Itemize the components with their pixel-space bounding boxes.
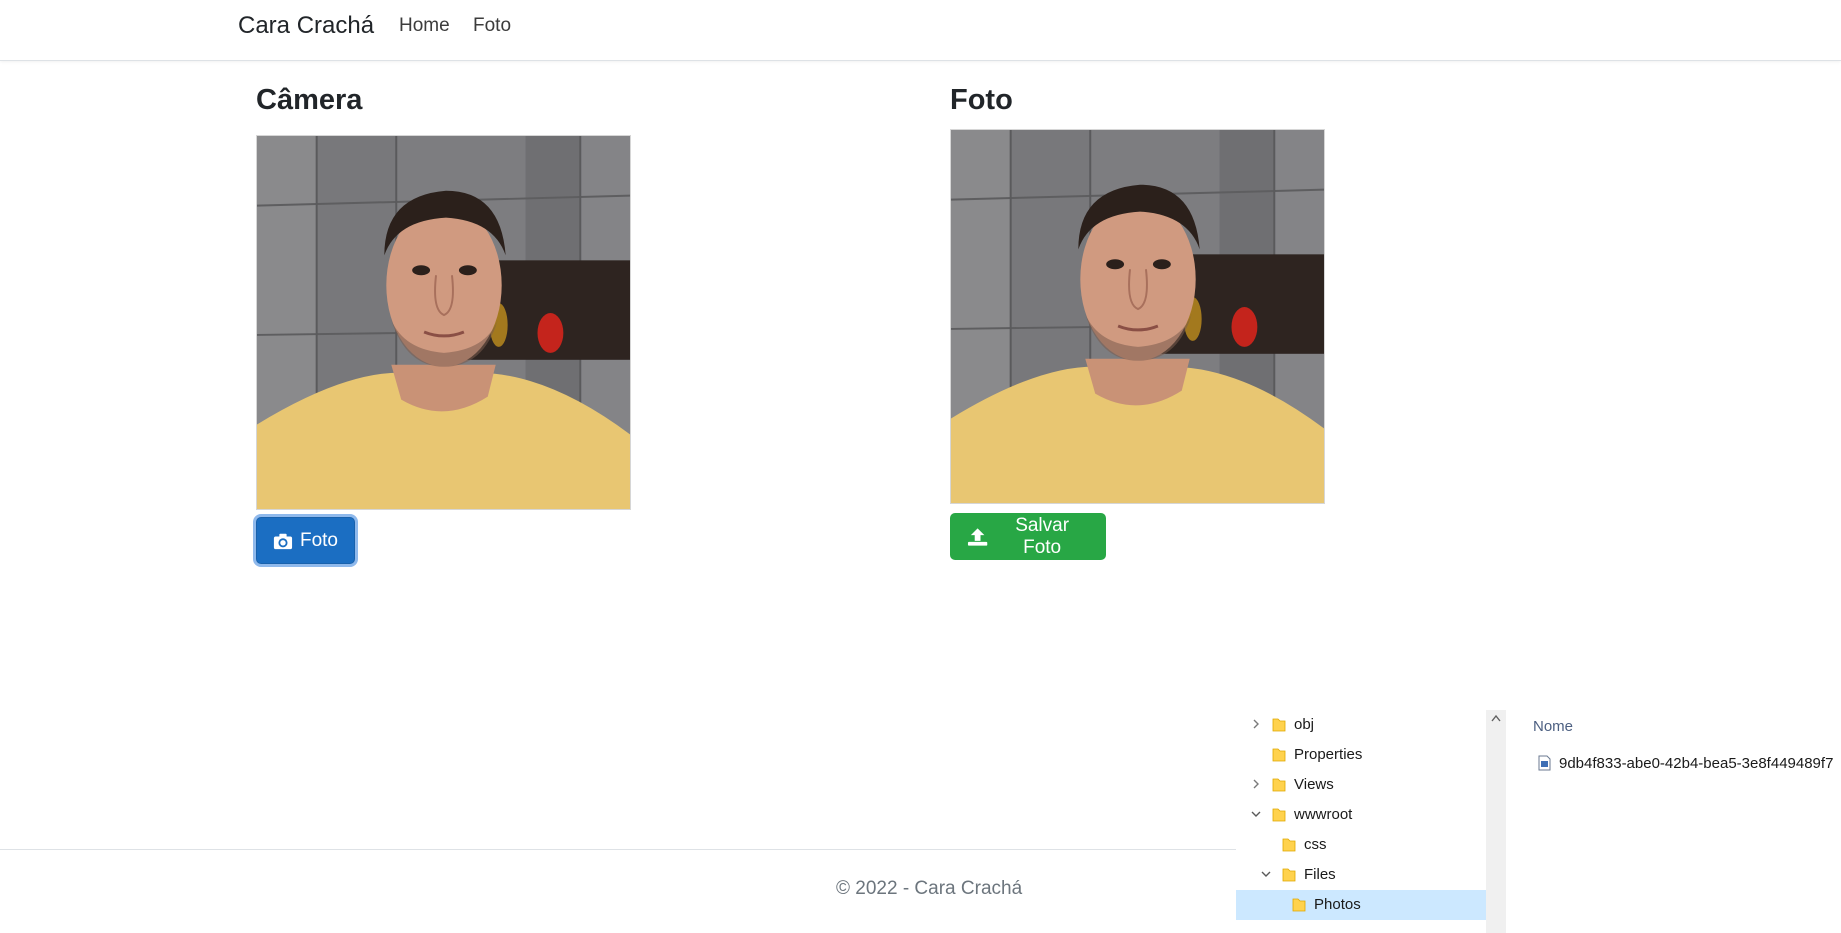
tree-item-wwwroot[interactable]: wwwroot <box>1236 800 1486 830</box>
tree-item-photos[interactable]: Photos <box>1236 890 1486 920</box>
tree-item-label: Properties <box>1294 746 1363 763</box>
tree-item-label: wwwroot <box>1294 806 1353 823</box>
save-photo-button[interactable]: Salvar Foto <box>950 513 1106 560</box>
file-explorer: obj Properties Views wwwroot css Files P… <box>1236 710 1841 933</box>
tree-item-properties[interactable]: Properties <box>1236 740 1486 770</box>
folder-icon <box>1282 838 1296 852</box>
navbar: Cara Crachá Home Foto <box>0 0 1841 61</box>
captured-photo <box>950 129 1325 504</box>
tree-item-css[interactable]: css <box>1236 830 1486 860</box>
tree-scrollbar[interactable] <box>1486 710 1506 933</box>
column-header-name[interactable]: Nome <box>1533 718 1573 735</box>
folder-icon <box>1292 898 1306 912</box>
camera-preview <box>256 135 631 510</box>
scroll-up-icon[interactable] <box>1491 714 1501 722</box>
camera-icon <box>273 533 293 549</box>
tree-item-obj[interactable]: obj <box>1236 710 1486 740</box>
folder-icon <box>1272 778 1286 792</box>
tree-item-label: Files <box>1304 866 1336 883</box>
folder-icon <box>1282 868 1296 882</box>
upload-icon <box>967 527 988 546</box>
folder-icon <box>1272 718 1286 732</box>
nav-link-foto[interactable]: Foto <box>473 15 511 37</box>
footer-divider <box>0 849 1236 850</box>
image-file-icon <box>1538 755 1551 771</box>
camera-title: Câmera <box>256 84 363 116</box>
take-photo-label: Foto <box>299 529 338 551</box>
chevron-down-icon[interactable] <box>1260 868 1272 880</box>
tree-item-views[interactable]: Views <box>1236 770 1486 800</box>
folder-icon <box>1272 808 1286 822</box>
tree-item-files[interactable]: Files <box>1236 860 1486 890</box>
footer-copyright: © 2022 - Cara Crachá <box>836 878 1023 899</box>
file-name: 9db4f833-abe0-42b4-bea5-3e8f449489f7 <box>1559 755 1834 772</box>
chevron-right-icon[interactable] <box>1250 718 1262 730</box>
take-photo-button[interactable]: Foto <box>256 517 355 564</box>
tree-item-label: css <box>1304 836 1327 853</box>
brand-link[interactable]: Cara Crachá <box>238 12 374 40</box>
tree-item-label: Photos <box>1314 896 1361 913</box>
save-photo-label: Salvar Foto <box>1015 514 1070 558</box>
nav-link-home[interactable]: Home <box>399 15 450 37</box>
foto-title: Foto <box>950 84 1013 116</box>
chevron-down-icon[interactable] <box>1250 808 1262 820</box>
tree-item-label: Views <box>1294 776 1334 793</box>
chevron-right-icon[interactable] <box>1250 778 1262 790</box>
folder-tree: obj Properties Views wwwroot css Files P… <box>1236 710 1486 933</box>
tree-item-label: obj <box>1294 716 1315 733</box>
folder-icon <box>1272 748 1286 762</box>
